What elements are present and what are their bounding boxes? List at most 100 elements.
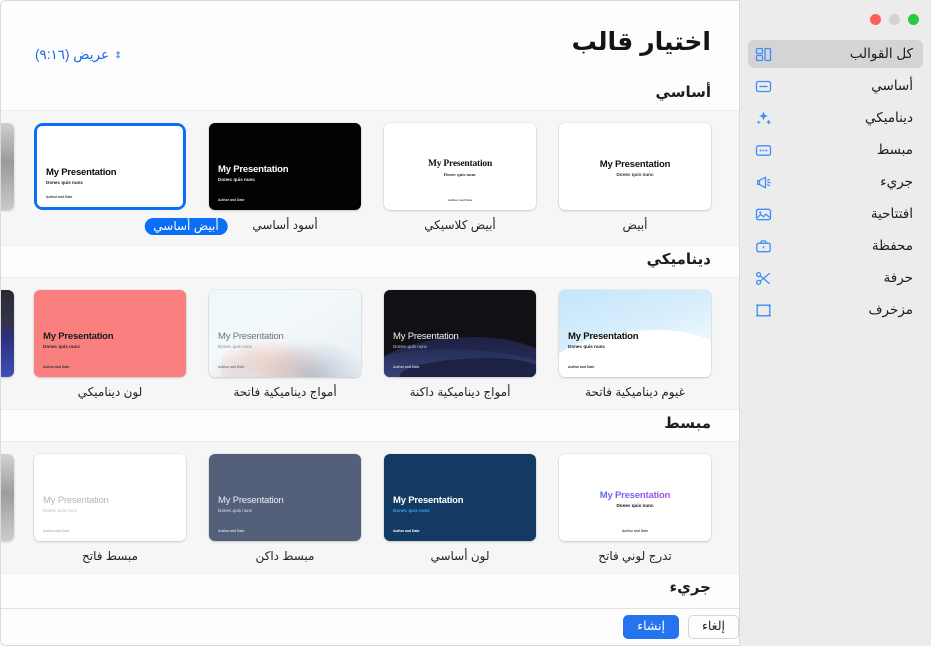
slide-footer: Author and Date	[43, 364, 70, 369]
sidebar-item-all-templates[interactable]: كل القوالب	[748, 40, 923, 68]
minimize-button[interactable]	[889, 13, 900, 25]
sidebar-item-label: جريء	[880, 174, 913, 189]
sidebar-item-label: محفظة	[871, 238, 913, 253]
slide-subtitle: Donec quis nunc	[443, 171, 477, 177]
slide-title: My Presentation	[393, 331, 459, 342]
slide-title: My Presentation	[218, 331, 284, 342]
template-caption: لون ديناميكي	[77, 385, 143, 399]
sidebar-item-craft[interactable]: حرفة	[748, 264, 923, 292]
slide-subtitle: Donec quis nunc	[616, 171, 654, 177]
section-heading: ديناميكي	[1, 246, 739, 277]
megaphone-icon	[754, 173, 773, 192]
slide-footer: Author and Date	[393, 528, 420, 533]
template-card[interactable]: My Presentation Donec quis nunc Author a…	[559, 454, 711, 563]
template-card[interactable]: My Presentation Donec quis nunc Author a…	[209, 290, 361, 399]
section-heading: أساسي	[1, 79, 739, 110]
template-row: My Presentation Donec quis nunc أبيض My …	[1, 110, 739, 246]
slide-subtitle: Donec quis nunc	[568, 343, 606, 349]
slide-footer: Author and Date	[218, 197, 245, 202]
dots-rectangle-icon	[754, 141, 773, 160]
section-basic: أساسي My Presentation Donec quis nunc أب…	[1, 79, 739, 246]
template-card[interactable]: My Presentation Donec quis nunc Author a…	[384, 123, 536, 232]
template-row: My Presentation Donec quis nunc Author a…	[1, 441, 739, 574]
slide-size-label: عريض (٩:١٦)	[35, 47, 110, 62]
slide-subtitle: Donec quis nunc	[43, 507, 78, 513]
slide-title: My Presentation	[599, 159, 671, 170]
template-caption: مبسط داكن	[255, 549, 315, 563]
slide-subtitle: Donec quis nunc	[393, 343, 428, 349]
scissors-icon	[754, 269, 773, 288]
sidebar-item-label: مزخرف	[868, 302, 913, 317]
section-dynamic: ديناميكي My Presentation Donec quis nunc…	[1, 246, 739, 410]
slide-subtitle: Donec quis nunc	[43, 343, 81, 349]
sidebar-item-label: حرفة	[883, 270, 914, 285]
template-card[interactable]: My Presentation Donec quis nunc Author a…	[384, 290, 536, 399]
dialog-header: اختيار قالب عريض (٩:١٦) ⇕	[1, 1, 739, 79]
slide-subtitle: Donec quis nunc	[218, 507, 253, 513]
sidebar-category-list: كل القوالب أساسي ديناميكي مبسط جريء افتت…	[740, 40, 931, 324]
partial-template-card[interactable]	[1, 123, 14, 210]
slide-footer: Author and Date	[218, 364, 245, 369]
zoom-button[interactable]	[908, 13, 919, 25]
slide-title: My Presentation	[559, 491, 711, 501]
section-heading: جريء	[1, 574, 739, 605]
template-caption: أبيض	[622, 218, 648, 232]
section-simple: مبسط My Presentation Donec quis nunc Aut…	[1, 410, 739, 574]
template-row: My Presentation Donec quis nunc Author a…	[1, 277, 739, 410]
sidebar: كل القوالب أساسي ديناميكي مبسط جريء افتت…	[740, 0, 931, 646]
sidebar-item-label: ديناميكي	[865, 110, 913, 125]
template-card[interactable]: My Presentation Donec quis nunc Author a…	[34, 454, 186, 563]
sidebar-item-basic[interactable]: أساسي	[748, 72, 923, 100]
slide-footer: Author and Date	[447, 197, 473, 202]
slide-footer: Author and Date	[46, 194, 73, 199]
slide-subtitle: Donec quis nunc	[46, 179, 84, 185]
template-card[interactable]: My Presentation Donec quis nunc Author a…	[384, 454, 536, 563]
grid-icon	[754, 45, 773, 64]
template-caption: أبيض أساسي	[144, 218, 228, 235]
sidebar-item-editorial[interactable]: افتتاحية	[748, 200, 923, 228]
slide-size-dropdown[interactable]: عريض (٩:١٦) ⇕	[35, 47, 122, 63]
sidebar-item-label: مبسط	[876, 142, 913, 157]
sidebar-item-label: افتتاحية	[870, 206, 913, 221]
dialog-footer: إنشاء إلغاء	[1, 608, 739, 645]
template-caption: أسود أساسي	[252, 218, 318, 232]
sidebar-item-portfolio[interactable]: محفظة	[748, 232, 923, 260]
briefcase-icon	[754, 237, 773, 256]
sparkles-icon	[754, 109, 773, 128]
template-card-selected[interactable]: My Presentation Donec quis nunc Author a…	[34, 123, 228, 235]
sidebar-item-dynamic[interactable]: ديناميكي	[748, 104, 923, 132]
sidebar-item-bold[interactable]: جريء	[748, 168, 923, 196]
slide-title: My Presentation	[43, 331, 114, 342]
create-button[interactable]: إنشاء	[623, 615, 679, 639]
photo-icon	[754, 205, 773, 224]
section-heading: مبسط	[1, 410, 739, 441]
template-card[interactable]: My Presentation Donec quis nunc Author a…	[559, 290, 711, 399]
sidebar-item-decorative[interactable]: مزخرف	[748, 296, 923, 324]
slide-title: My Presentation	[43, 495, 109, 506]
cancel-button[interactable]: إلغاء	[688, 615, 739, 639]
template-scroll-area[interactable]: أساسي My Presentation Donec quis nunc أب…	[1, 79, 739, 609]
slide-title: My Presentation	[218, 164, 289, 175]
slide-footer: Author and Date	[393, 364, 420, 369]
sidebar-item-label: كل القوالب	[849, 46, 913, 61]
main-panel: اختيار قالب عريض (٩:١٦) ⇕ أساسي My Prese…	[0, 0, 740, 646]
template-card[interactable]: My Presentation Donec quis nunc Author a…	[34, 290, 186, 399]
slide-subtitle: Donec quis nunc	[218, 176, 256, 182]
partial-template-card[interactable]	[1, 454, 14, 541]
template-card[interactable]: My Presentation Donec quis nunc Author a…	[209, 123, 361, 232]
template-caption: أمواج ديناميكية داكنة	[409, 385, 511, 399]
slide-footer: Author and Date	[568, 364, 595, 369]
slide-footer: Author and Date	[218, 528, 245, 533]
template-caption: أبيض كلاسيكي	[424, 218, 496, 232]
template-card[interactable]: My Presentation Donec quis nunc Author a…	[209, 454, 361, 563]
chevron-updown-icon: ⇕	[114, 49, 122, 60]
sidebar-item-simple[interactable]: مبسط	[748, 136, 923, 164]
section-bold: جريء	[1, 574, 739, 605]
window-controls	[740, 0, 931, 26]
speech-bubble-icon	[754, 77, 773, 96]
template-card[interactable]: My Presentation Donec quis nunc أبيض	[559, 123, 711, 232]
partial-template-card[interactable]	[1, 290, 14, 377]
close-button[interactable]	[870, 13, 881, 25]
slide-title: My Presentation	[218, 495, 284, 506]
slide-footer: Author and Date	[621, 528, 649, 533]
